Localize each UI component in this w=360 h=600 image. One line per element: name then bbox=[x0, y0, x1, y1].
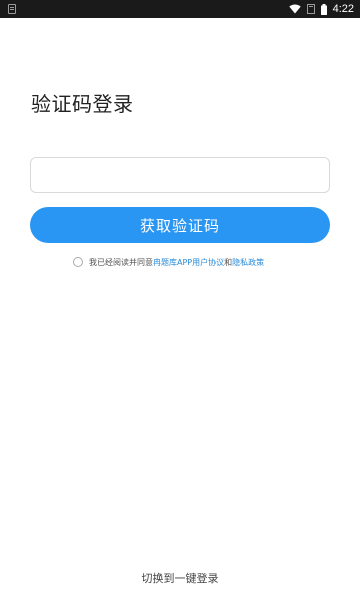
status-time: 4:22 bbox=[332, 3, 354, 15]
wifi-icon bbox=[288, 4, 301, 14]
privacy-policy-link[interactable]: 隐私政策 bbox=[232, 257, 264, 268]
switch-login-link[interactable]: 切换到一键登录 bbox=[0, 570, 360, 586]
agreement-prefix: 我已经阅读并同意 bbox=[89, 257, 153, 267]
agreement-and: 和 bbox=[224, 257, 233, 267]
agreement-row: 我已经阅读并同意 冉题库APP用户协议 和 隐私政策 bbox=[73, 255, 264, 269]
phone-input[interactable] bbox=[30, 157, 330, 193]
page-title: 验证码登录 bbox=[31, 92, 134, 116]
get-code-button[interactable]: 获取验证码 bbox=[30, 207, 330, 243]
signal-icon bbox=[306, 4, 315, 14]
status-bar: 4:22 bbox=[0, 0, 360, 18]
user-agreement-link[interactable]: 冉题库APP用户协议 bbox=[153, 257, 224, 268]
agree-checkbox[interactable] bbox=[73, 257, 83, 267]
battery-icon bbox=[320, 3, 327, 15]
notification-icon bbox=[8, 4, 16, 14]
status-icons: 4:22 bbox=[288, 0, 354, 18]
